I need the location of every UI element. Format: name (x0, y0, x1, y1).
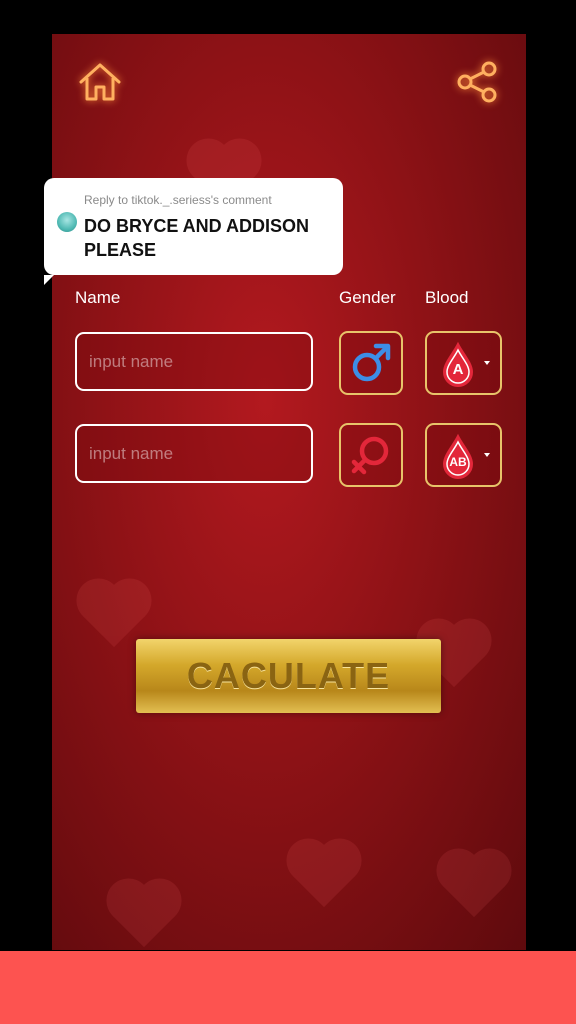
name-input-1[interactable] (75, 332, 313, 391)
decorative-heart (112, 884, 176, 948)
male-symbol-icon (352, 343, 391, 382)
name-column-label: Name (75, 288, 121, 307)
name-input-2[interactable] (75, 424, 313, 483)
gender-toggle-1[interactable] (339, 331, 403, 395)
blood-type-value-2: AB (449, 455, 467, 469)
calculate-button-label: CACULATE (186, 655, 391, 696)
bottom-bar (0, 951, 576, 1024)
decorative-heart (82, 584, 146, 648)
app-screen (52, 34, 526, 950)
decorative-heart (292, 844, 356, 908)
comment-message: DO BRYCE AND ADDISON PLEASE (84, 216, 310, 260)
gender-toggle-2[interactable] (339, 423, 403, 487)
gender-column-label: Gender (339, 288, 396, 307)
calculate-button[interactable]: CACULATE (136, 639, 441, 713)
share-icon (457, 61, 497, 103)
blood-type-select-2[interactable]: AB (425, 423, 502, 487)
reply-to-text: Reply to tiktok._.seriess's comment (84, 193, 272, 207)
decorative-heart (442, 854, 506, 918)
blood-type-select-1[interactable]: A (425, 331, 502, 395)
commenter-avatar (57, 212, 77, 232)
reply-comment-bubble: Reply to tiktok._.seriess's comment DO B… (44, 178, 343, 285)
female-symbol-icon (351, 436, 389, 475)
dropdown-caret-icon (484, 361, 490, 365)
blood-column-label: Blood (425, 288, 469, 307)
blood-type-value-1: A (452, 361, 464, 378)
home-button[interactable] (76, 58, 124, 106)
dropdown-caret-icon (484, 453, 490, 457)
share-button[interactable] (454, 58, 502, 106)
home-icon (79, 63, 121, 101)
